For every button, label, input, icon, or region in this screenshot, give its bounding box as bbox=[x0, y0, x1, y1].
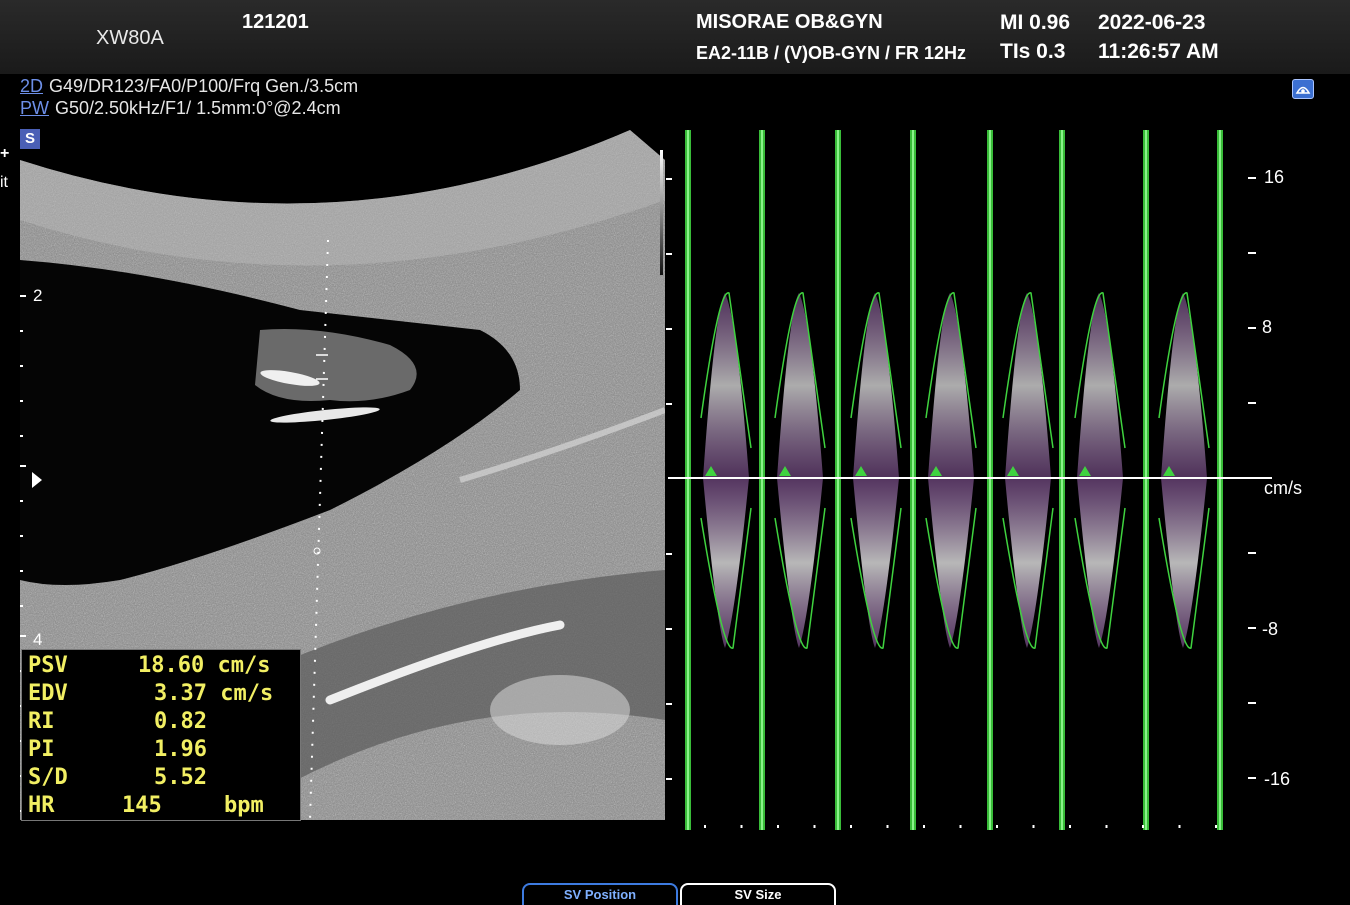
spectrum-lower bbox=[703, 478, 749, 648]
sv-position-button[interactable]: SV Position bbox=[522, 883, 678, 905]
sd-label: S/D bbox=[28, 765, 68, 790]
envelope-spike-core bbox=[687, 130, 689, 830]
params-2d: 2D G49/DR123/FA0/P100/Frq Gen./3.5cm bbox=[20, 76, 358, 97]
time-tick bbox=[1069, 825, 1071, 828]
exam-time: 11:26:57 AM bbox=[1098, 40, 1219, 63]
spectrum-lower bbox=[1077, 478, 1123, 648]
sv-size-button[interactable]: SV Size bbox=[680, 883, 836, 905]
time-tick bbox=[740, 825, 743, 828]
settings-2d: G49/DR123/FA0/P100/Frq Gen./3.5cm bbox=[49, 76, 359, 96]
envelope-spike-core bbox=[1219, 130, 1221, 830]
time-tick bbox=[777, 825, 779, 828]
time-tick bbox=[959, 825, 962, 828]
hr-label: HR bbox=[28, 793, 55, 818]
ri-value: 0.82 bbox=[154, 709, 207, 734]
hr-value: 145 bbox=[122, 793, 162, 818]
velocity-label-16: 16 bbox=[1264, 167, 1285, 187]
hospital-name: MISORAE OB&GYN bbox=[696, 11, 883, 33]
thermal-index: TIs 0.3 bbox=[1000, 40, 1066, 63]
depth-label-4: 4 bbox=[33, 630, 43, 649]
ri-label: RI bbox=[28, 709, 55, 734]
patient-id: 121201 bbox=[242, 11, 309, 33]
mode-2d-label[interactable]: 2D bbox=[20, 76, 43, 96]
spectrum-lower bbox=[1161, 478, 1207, 648]
envelope-spike-core bbox=[837, 130, 839, 830]
exam-date: 2022-06-23 bbox=[1098, 11, 1206, 34]
time-tick bbox=[813, 825, 816, 828]
psv-label: PSV bbox=[28, 653, 68, 678]
time-tick bbox=[996, 825, 998, 828]
velocity-unit: cm/s bbox=[1264, 478, 1302, 498]
velocity-label-minus-8: -8 bbox=[1262, 619, 1279, 639]
spectrum-lower bbox=[1005, 478, 1051, 648]
time-tick bbox=[1178, 825, 1181, 828]
time-tick bbox=[1142, 825, 1144, 828]
spectrum-lower bbox=[853, 478, 899, 648]
hr-unit: bpm bbox=[224, 793, 264, 818]
probe-preset: EA2-11B / (V)OB-GYN / FR 12Hz bbox=[696, 43, 967, 63]
pi-value: 1.96 bbox=[154, 737, 207, 762]
edv-value: 3.37 cm/s bbox=[154, 681, 274, 706]
top-info-bar: XW80A 121201 MISORAE OB&GYN EA2-11B / (V… bbox=[0, 0, 1350, 74]
velocity-label-8: 8 bbox=[1262, 317, 1273, 337]
time-tick bbox=[850, 825, 852, 828]
depth-label-2: 2 bbox=[33, 286, 43, 305]
sd-value: 5.52 bbox=[154, 765, 207, 790]
time-tick bbox=[1105, 825, 1108, 828]
mode-pw-label[interactable]: PW bbox=[20, 98, 49, 118]
params-pw: PW G50/2.50kHz/F1/ 1.5mm:0°@2.4cm bbox=[20, 98, 341, 119]
envelope-spike-core bbox=[1061, 130, 1063, 830]
velocity-label-minus-16: -16 bbox=[1264, 769, 1291, 789]
time-tick bbox=[923, 825, 925, 828]
pi-label: PI bbox=[28, 737, 55, 762]
envelope-spike-core bbox=[989, 130, 991, 830]
mechanical-index: MI 0.96 bbox=[1000, 11, 1071, 34]
device-model: XW80A bbox=[96, 27, 164, 49]
envelope-spike-core bbox=[912, 130, 914, 830]
time-tick bbox=[1215, 825, 1217, 828]
probe-orientation-icon[interactable] bbox=[1292, 79, 1314, 99]
envelope-spike-core bbox=[1145, 130, 1147, 830]
measurement-panel: PSV 18.60 cm/s EDV 3.37 cm/s RI 0.82 PI … bbox=[21, 649, 301, 821]
spectrum-lower bbox=[928, 478, 974, 648]
time-tick bbox=[1032, 825, 1035, 828]
settings-pw: G50/2.50kHz/F1/ 1.5mm:0°@2.4cm bbox=[55, 98, 341, 118]
envelope-spike-core bbox=[761, 130, 763, 830]
time-tick bbox=[704, 825, 706, 828]
spectrum-lower bbox=[777, 478, 823, 648]
doppler-spectrum[interactable] bbox=[657, 120, 1350, 840]
psv-value: 18.60 cm/s bbox=[138, 653, 271, 678]
time-tick bbox=[886, 825, 889, 828]
edv-label: EDV bbox=[28, 681, 68, 706]
